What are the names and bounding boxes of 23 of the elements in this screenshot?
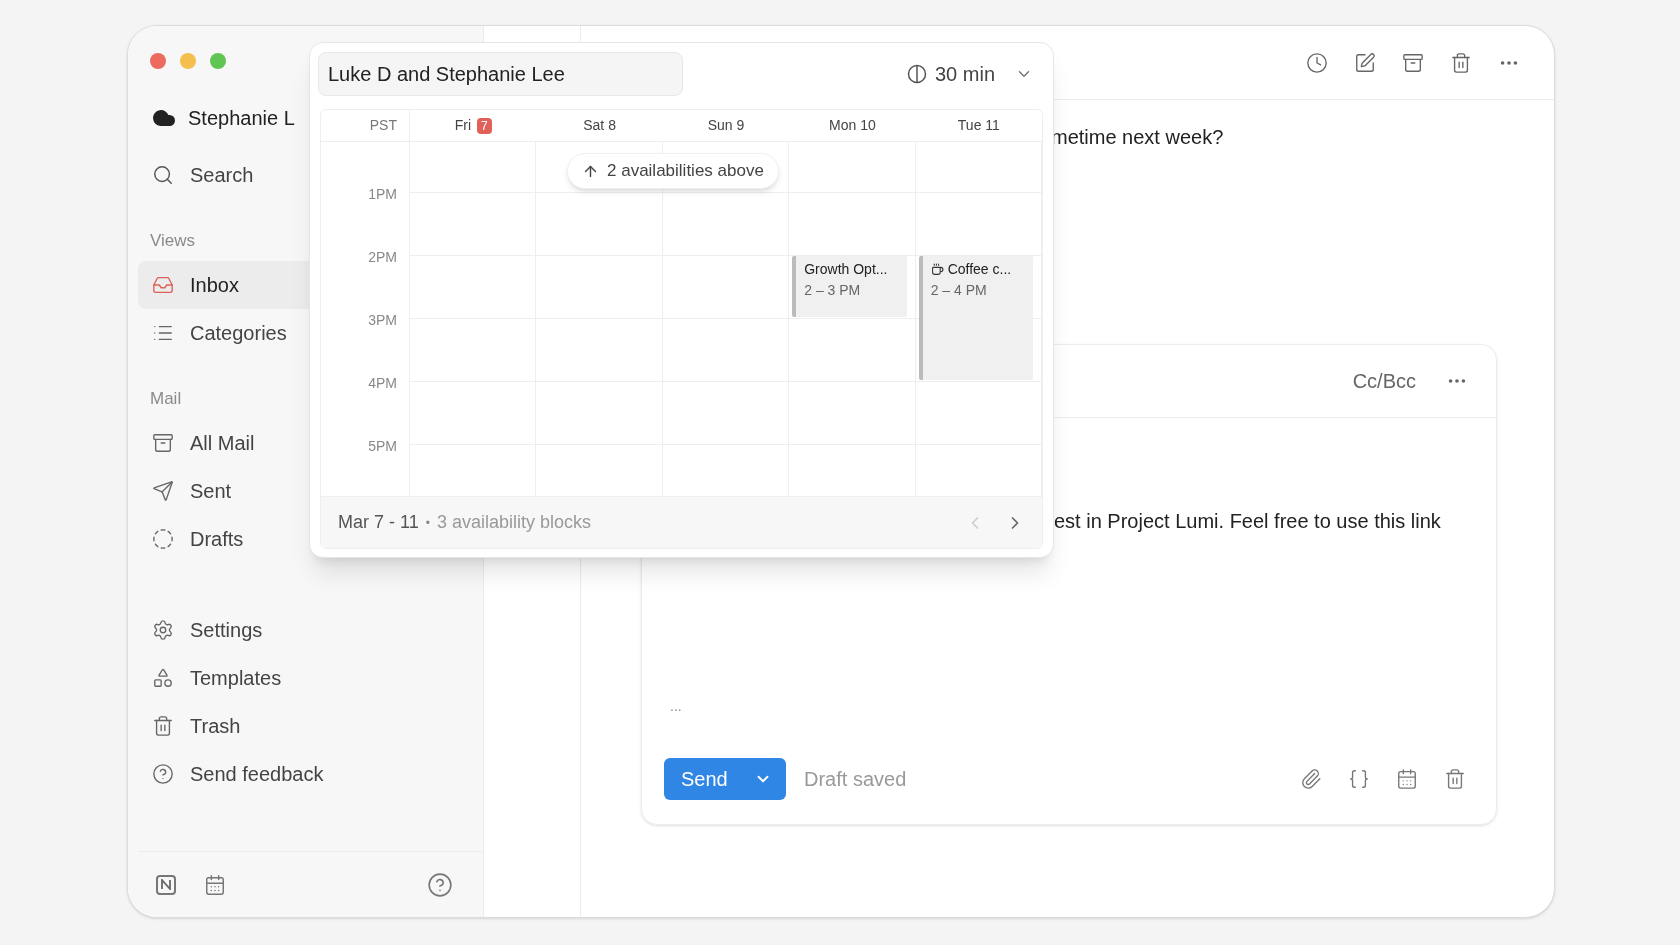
event-time: 2 – 4 PM: [930, 281, 988, 300]
hour-label: 3PM: [368, 311, 397, 330]
event-time: 2 – 3 PM: [804, 281, 862, 300]
hour-label: 5PM: [368, 437, 397, 456]
day-heading: Tue 11: [957, 116, 1000, 135]
draft-status: Draft saved: [804, 767, 907, 792]
day-heading: Sun 9: [707, 116, 745, 135]
day-heading: Sat 8: [583, 116, 616, 135]
section-heading: Mail: [150, 388, 182, 411]
day-heading: Mon 10: [829, 116, 876, 135]
hour-label: 2PM: [368, 248, 397, 267]
event-title: Coffee c...: [947, 260, 1012, 279]
hour-label: 4PM: [368, 374, 397, 393]
bullet-separator: •: [425, 514, 430, 532]
availability-count: 3 availability blocks: [436, 511, 591, 534]
section-heading: Views: [150, 230, 196, 253]
hour-label: 1PM: [368, 185, 397, 204]
timezone-label: PST: [369, 116, 397, 135]
day-heading: Fri: [454, 116, 471, 135]
date-range: Mar 7 - 11: [338, 511, 419, 534]
compose-body-text: est in Project Lumi. Feel free to use this link: [1054, 510, 1441, 532]
event-title: Growth Opt...: [804, 260, 888, 279]
today-badge: 7: [477, 117, 492, 134]
